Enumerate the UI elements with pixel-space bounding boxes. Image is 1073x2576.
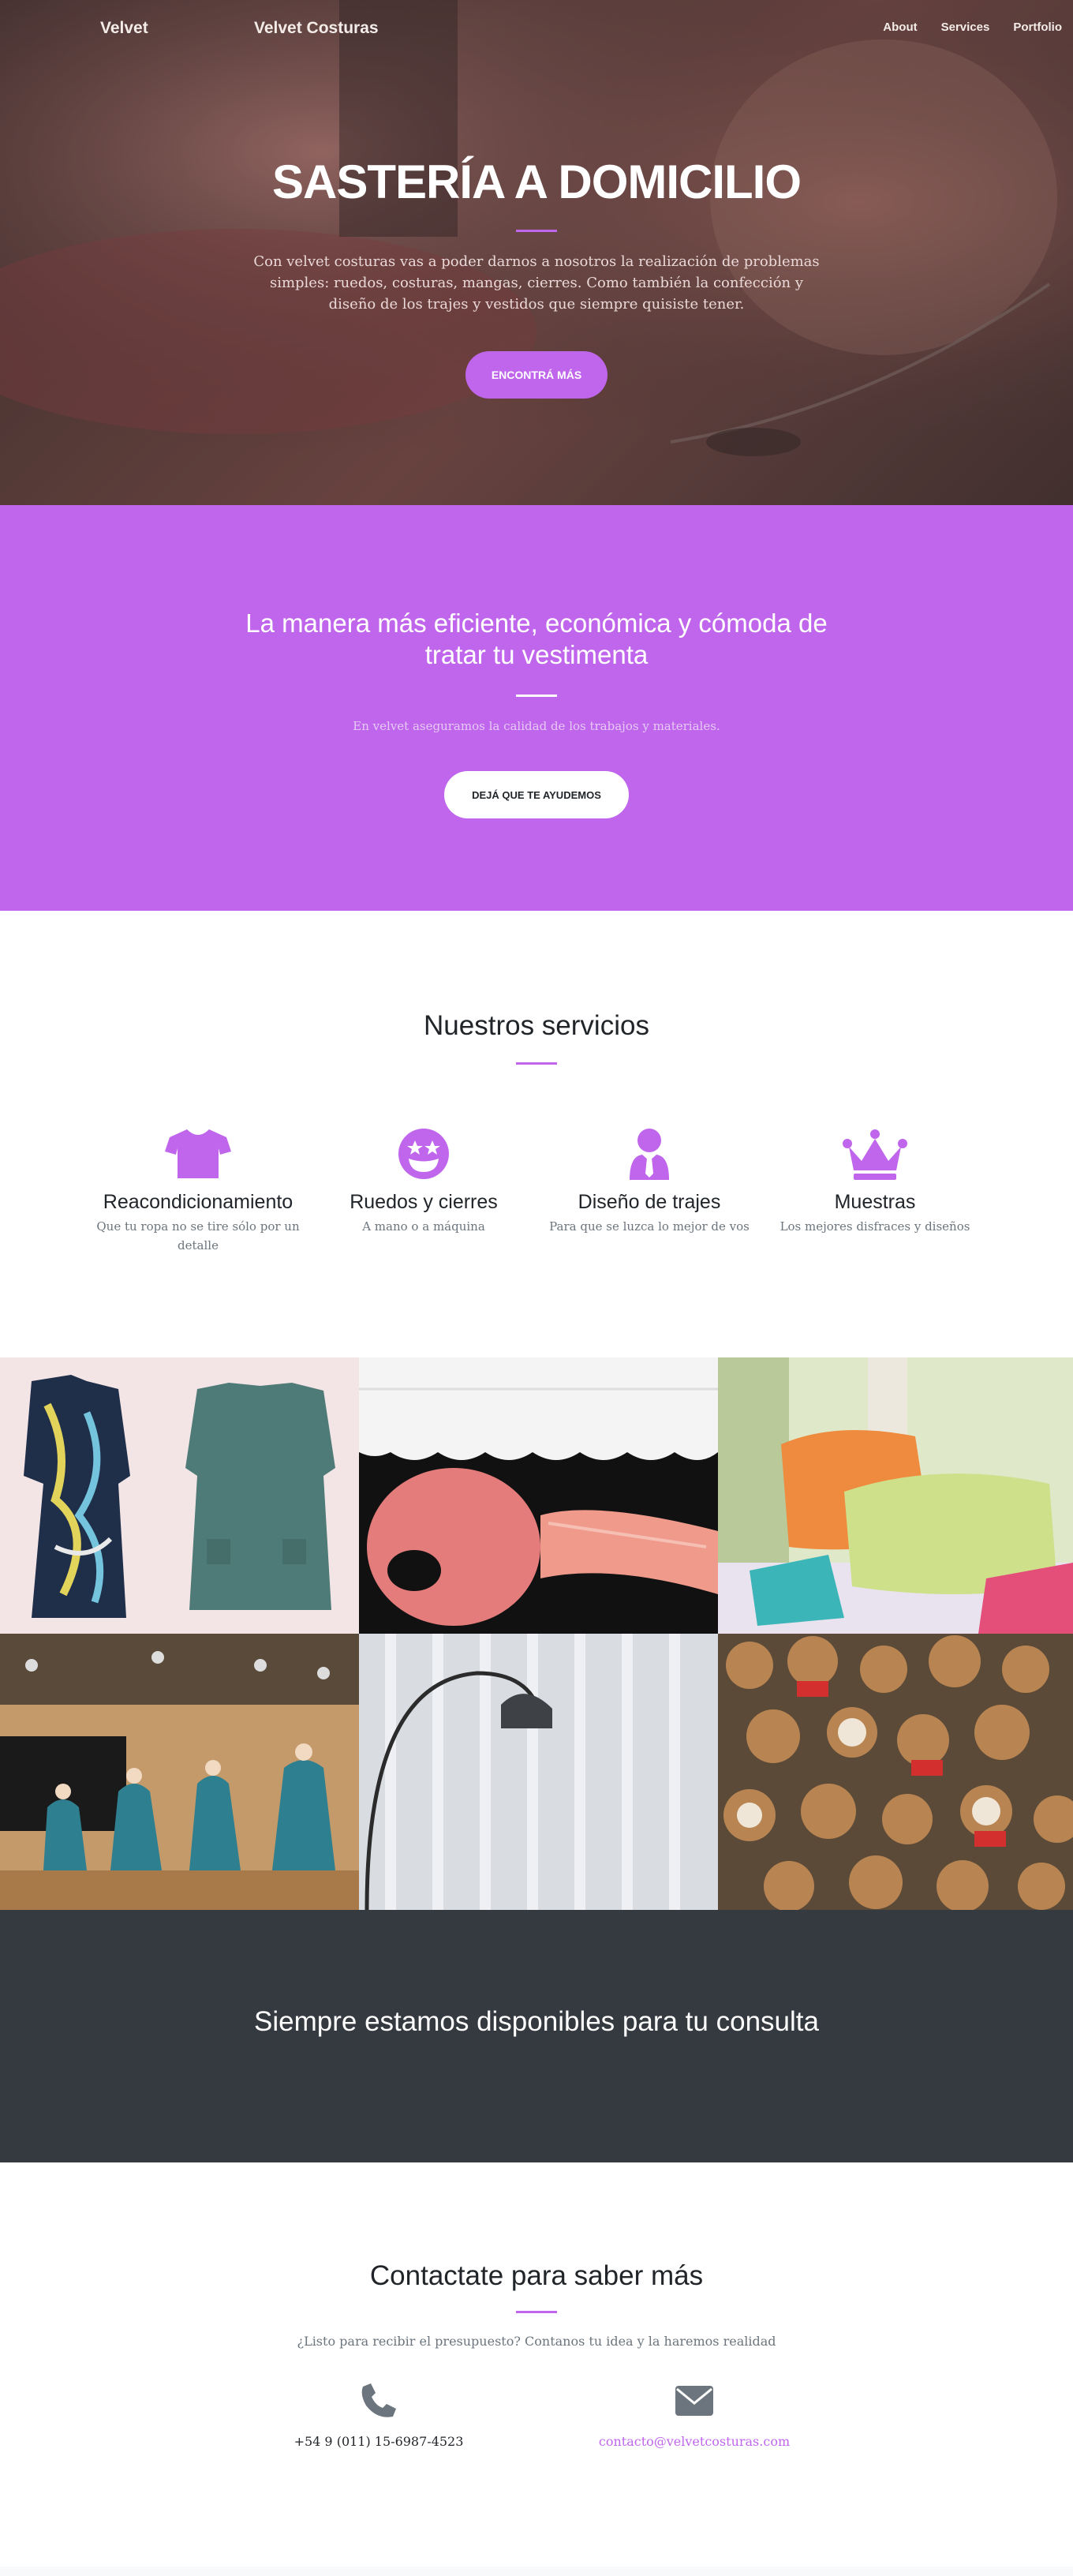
crown-icon: [773, 1120, 977, 1180]
user-tie-icon: [548, 1120, 751, 1180]
hero-title: SASTERÍA A DOMICILIO: [272, 155, 802, 208]
nav-link-about[interactable]: About: [883, 21, 917, 34]
portfolio-grid: [0, 1357, 1073, 1910]
hero-content: SASTERÍA A DOMICILIO Con velvet costuras…: [0, 155, 1073, 399]
service-text: Los mejores disfraces y diseños: [780, 1219, 970, 1234]
grin-stars-icon: [322, 1120, 525, 1180]
contact-lead: ¿Listo para recibir el presupuesto? Cont…: [297, 2334, 776, 2349]
phone-icon: [221, 2380, 536, 2421]
about-title: La manera más eficiente, económica y cóm…: [245, 608, 828, 669]
portfolio-tile-curtain-lamp[interactable]: [359, 1634, 718, 1910]
portfolio-tile-elastic-ribbons[interactable]: [359, 1357, 718, 1634]
contact-divider: [516, 2311, 557, 2313]
availability-section: Siempre estamos disponibles para tu cons…: [0, 1910, 1073, 2162]
phone-number: +54 9 (011) 15-6987-4523: [293, 2434, 464, 2449]
email-link[interactable]: contacto@velvetcosturas.com: [599, 2434, 790, 2449]
portfolio-tile-cushions[interactable]: [718, 1357, 1073, 1634]
about-text: En velvet aseguramos la calidad de los t…: [353, 719, 720, 733]
brand-title[interactable]: Velvet Costuras: [254, 19, 379, 38]
service-item: Diseño de trajes Para que se luzca lo me…: [536, 1120, 762, 1255]
shirt-icon: [96, 1120, 300, 1180]
let-us-help-button[interactable]: DEJÁ QUE TE AYUDEMOS: [444, 771, 629, 818]
service-item: Reacondicionamiento Que tu ropa no se ti…: [85, 1120, 311, 1255]
service-title: Muestras: [834, 1191, 916, 1213]
hero-text: Con velvet costuras vas a poder darnos a…: [253, 253, 820, 313]
service-title: Ruedos y cierres: [350, 1191, 498, 1213]
contact-email: contacto@velvetcosturas.com: [536, 2380, 852, 2450]
service-text: Para que se luzca lo mejor de vos: [549, 1219, 750, 1234]
service-text: Que tu ropa no se tire sólo por un detal…: [96, 1219, 300, 1252]
nav-link-services[interactable]: Services: [941, 21, 990, 34]
portfolio-tile-dresses[interactable]: [0, 1357, 359, 1634]
contact-phone: +54 9 (011) 15-6987-4523: [221, 2380, 536, 2450]
services-row: Reacondicionamiento Que tu ropa no se ti…: [0, 1120, 1073, 1255]
contact-section: Contactate para saber más ¿Listo para re…: [0, 2162, 1073, 2567]
services-section: Nuestros servicios Reacondicionamiento Q…: [0, 911, 1073, 1357]
brand-logo[interactable]: Velvet: [100, 19, 148, 38]
navbar: Velvet Velvet Costuras About Services Po…: [0, 0, 1073, 57]
portfolio-tile-teddy-bears[interactable]: [718, 1634, 1073, 1910]
service-text: A mano o a máquina: [362, 1219, 485, 1234]
service-item: Ruedos y cierres A mano o a máquina: [311, 1120, 536, 1255]
service-title: Reacondicionamiento: [103, 1191, 293, 1213]
contact-title: Contactate para saber más: [369, 2260, 704, 2291]
find-more-button[interactable]: ENCONTRÁ MÁS: [465, 351, 608, 399]
nav-link-portfolio[interactable]: Portfolio: [1013, 21, 1062, 34]
services-title: Nuestros servicios: [424, 1010, 649, 1041]
service-title: Diseño de trajes: [578, 1191, 721, 1213]
contact-row: +54 9 (011) 15-6987-4523 contacto@velvet…: [0, 2380, 1073, 2450]
services-divider: [516, 1062, 557, 1065]
service-item: Muestras Los mejores disfraces y diseños: [762, 1120, 988, 1255]
hero-section: SASTERÍA A DOMICILIO Con velvet costuras…: [0, 0, 1073, 505]
availability-title: Siempre estamos disponibles para tu cons…: [254, 2006, 819, 2037]
hero-divider: [516, 230, 557, 232]
nav-links: About Services Portfolio: [883, 21, 1062, 34]
portfolio-tile-folk-dancers[interactable]: [0, 1634, 359, 1910]
about-divider: [516, 695, 557, 697]
about-section: La manera más eficiente, económica y cóm…: [0, 505, 1073, 911]
envelope-icon: [536, 2380, 852, 2421]
